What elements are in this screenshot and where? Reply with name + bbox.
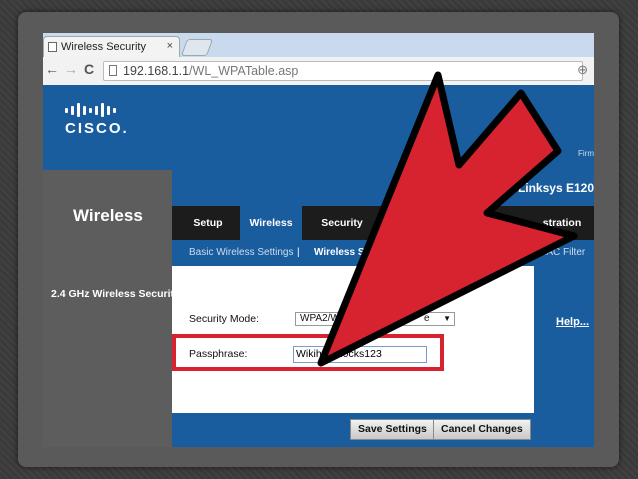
pointer-arrow-icon (317, 71, 578, 367)
screenshot: Wireless Security × ← → C 192.168.1.1/WL… (43, 33, 594, 447)
